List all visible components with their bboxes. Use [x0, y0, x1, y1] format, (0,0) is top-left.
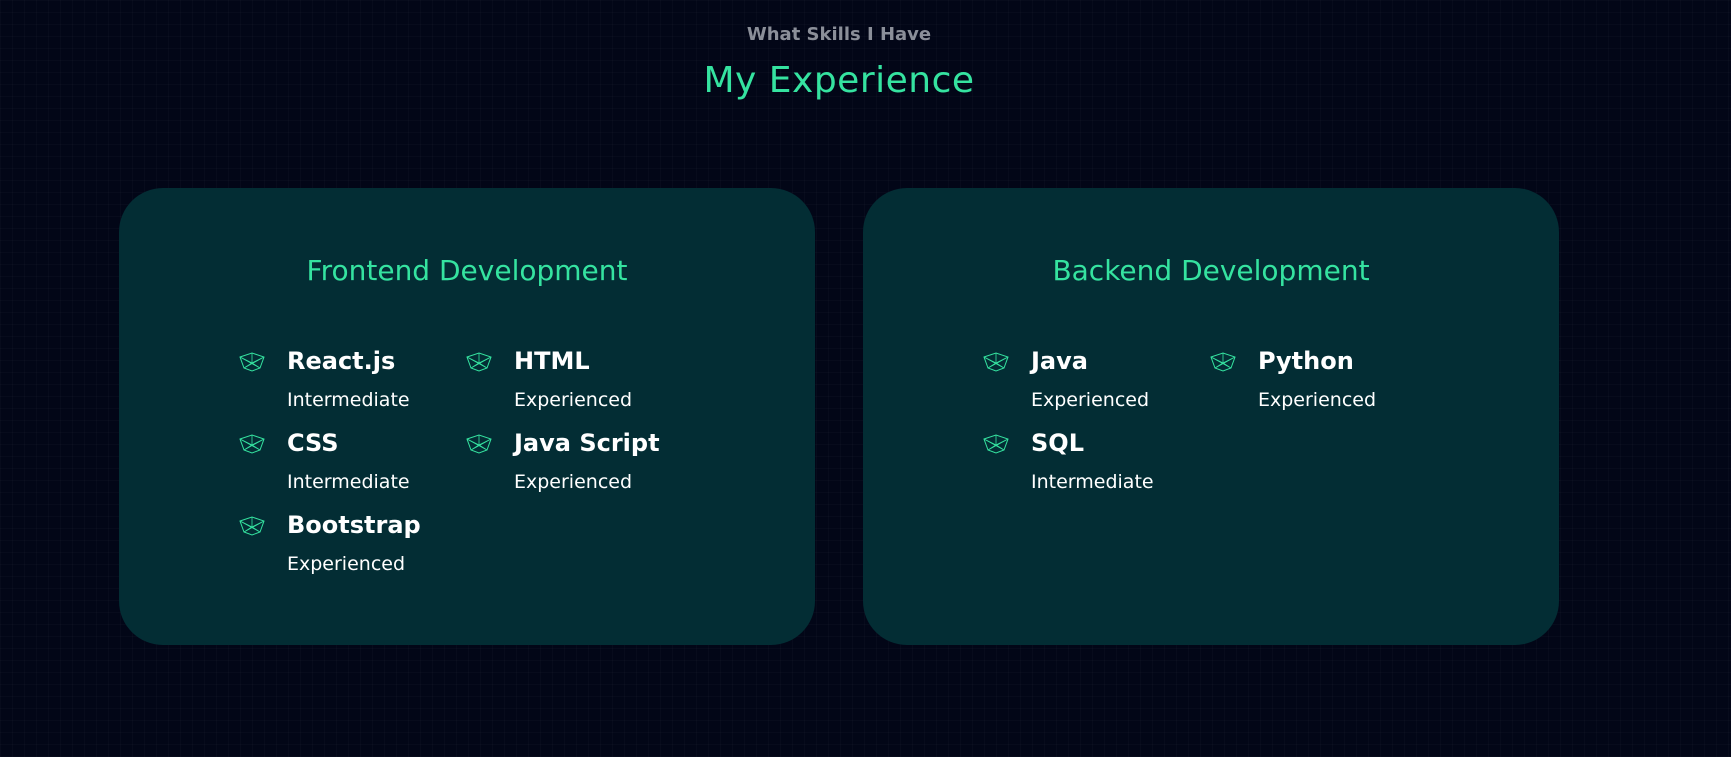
section-title: My Experience [703, 60, 975, 101]
skill-name: Java Script [514, 429, 660, 457]
skill-item-html: HTML Experienced [466, 344, 686, 420]
check-badge-icon [466, 352, 492, 372]
skill-level: Experienced [287, 553, 406, 575]
skill-item-javascript: Java Script Experienced [466, 426, 686, 502]
skill-name: Python [1258, 347, 1354, 375]
skill-level: Intermediate [1031, 471, 1154, 493]
skill-item-bootstrap: Bootstrap Experienced [239, 508, 459, 584]
check-badge-icon [239, 434, 265, 454]
check-badge-icon [466, 434, 492, 454]
check-badge-icon [983, 434, 1009, 454]
skill-name: SQL [1031, 429, 1084, 457]
skill-name: Java [1031, 347, 1088, 375]
skill-item-css: CSS Intermediate [239, 426, 459, 502]
skill-level: Experienced [514, 471, 633, 493]
skill-name: React.js [287, 347, 396, 375]
frontend-card-title: Frontend Development [306, 254, 628, 287]
frontend-card: Frontend Development React.js Intermedia… [119, 188, 815, 645]
skill-level: Intermediate [287, 471, 410, 493]
skill-item-sql: SQL Intermediate [983, 426, 1203, 502]
skill-level: Experienced [1258, 389, 1377, 411]
skill-name: Bootstrap [287, 511, 421, 539]
check-badge-icon [239, 516, 265, 536]
skill-name: CSS [287, 429, 339, 457]
check-badge-icon [983, 352, 1009, 372]
skill-level: Experienced [514, 389, 633, 411]
skill-item-react: React.js Intermediate [239, 344, 459, 420]
check-badge-icon [1210, 352, 1236, 372]
check-badge-icon [239, 352, 265, 372]
skill-name: HTML [514, 347, 590, 375]
backend-card: Backend Development Java Experienced Pyt… [863, 188, 1559, 645]
skill-level: Intermediate [287, 389, 410, 411]
section-subtitle: What Skills I Have [746, 24, 932, 45]
skill-item-java: Java Experienced [983, 344, 1203, 420]
backend-card-title: Backend Development [1052, 254, 1370, 287]
skill-item-python: Python Experienced [1210, 344, 1430, 420]
skill-level: Experienced [1031, 389, 1150, 411]
